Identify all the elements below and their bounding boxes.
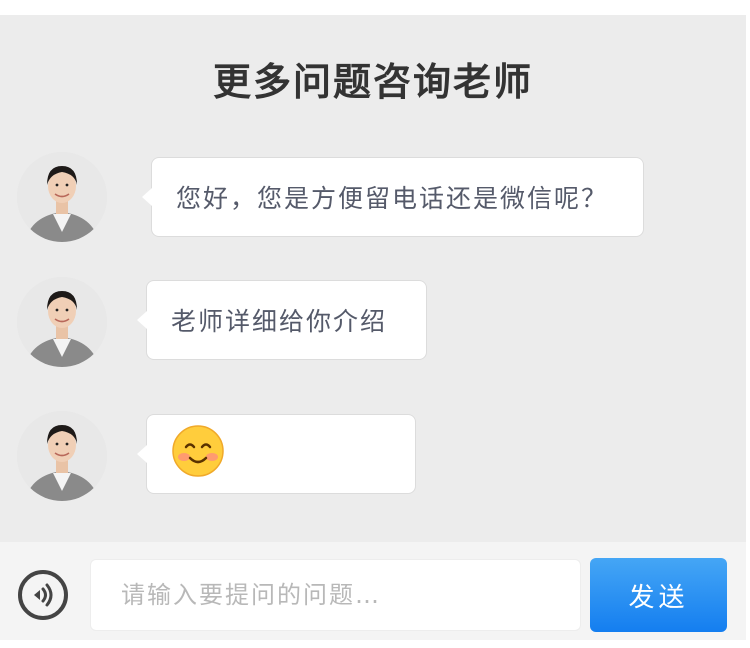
- message-row: 老师详细给你介绍: [0, 277, 746, 369]
- message-row: 您好，您是方便留电话还是微信呢？: [0, 152, 746, 244]
- teacher-avatar: [17, 152, 107, 242]
- voice-icon: [34, 583, 53, 607]
- voice-button[interactable]: [18, 570, 68, 620]
- chat-title: 更多问题咨询老师: [212, 60, 533, 104]
- chat-bubble: [137, 414, 416, 494]
- smiling-face-emoji: [171, 424, 225, 484]
- message-row: [0, 411, 746, 503]
- chat-bubble: 老师详细给你介绍: [137, 280, 427, 360]
- input-bar: 发送: [0, 542, 746, 640]
- teacher-avatar: [17, 277, 107, 367]
- question-input[interactable]: [90, 559, 581, 631]
- chat-panel: 更多问题咨询老师 您好，您是方便留电话还是微信呢？ 老师详细给你介绍: [0, 15, 746, 542]
- message-text: 您好，您是方便留电话还是微信呢？: [176, 184, 609, 213]
- teacher-avatar: [17, 411, 107, 501]
- send-button[interactable]: 发送: [590, 558, 727, 632]
- chat-bubble: 您好，您是方便留电话还是微信呢？: [142, 157, 644, 237]
- message-text: 老师详细给你介绍: [171, 307, 388, 336]
